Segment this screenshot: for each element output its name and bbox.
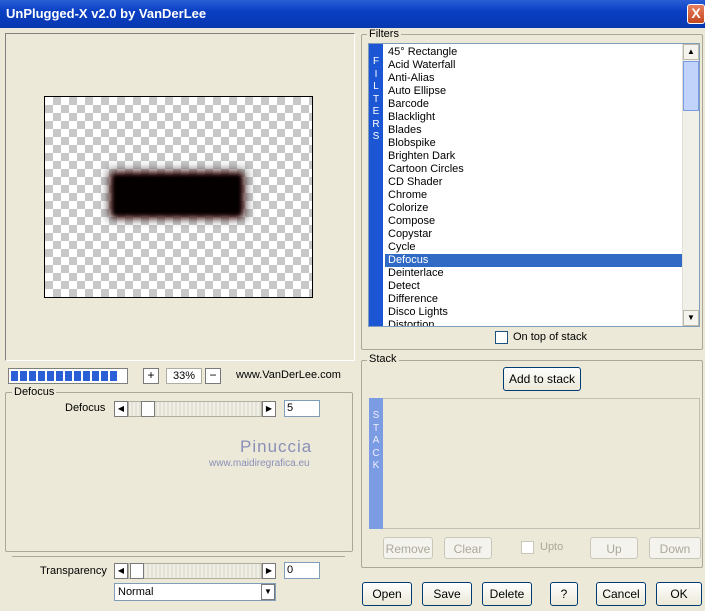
filter-list-item[interactable]: Colorize [385, 202, 683, 215]
vertical-letter: T [372, 422, 380, 434]
zoom-level: 33% [166, 368, 202, 384]
close-button[interactable]: X [687, 4, 705, 24]
transparency-slider-thumb[interactable] [130, 563, 144, 579]
title-bar: UnPlugged-X v2.0 by VanDerLee [0, 0, 705, 28]
filter-list-item[interactable]: Blacklight [385, 111, 683, 124]
vertical-letter: T [372, 93, 380, 105]
watermark-name: Pinuccia [240, 437, 313, 456]
scroll-down-icon[interactable]: ▼ [683, 310, 699, 326]
transparency-slider-left-button[interactable]: ◀ [114, 563, 128, 579]
progress-block [20, 371, 27, 381]
defocus-param-label: Defocus [65, 402, 106, 414]
filter-list-scrollbar[interactable]: ▲ ▼ [682, 44, 699, 326]
stack-group-label: Stack [367, 353, 399, 365]
transparency-slider-right-button[interactable]: ▶ [262, 563, 276, 579]
on-top-of-stack-label: On top of stack [513, 331, 587, 343]
defocus-slider-thumb[interactable] [141, 401, 155, 417]
stack-list[interactable] [369, 398, 700, 529]
filter-list-item[interactable]: Distortion [385, 319, 683, 326]
upto-label: Upto [540, 541, 564, 553]
zoom-in-button[interactable]: + [143, 368, 159, 384]
defocus-slider-right-button[interactable]: ▶ [262, 401, 276, 417]
filter-list-item[interactable]: Deinterlace [385, 267, 683, 280]
progress-block [92, 371, 99, 381]
filter-list-item[interactable]: Defocus [385, 254, 683, 267]
filter-list-item[interactable]: Cycle [385, 241, 683, 254]
scroll-up-icon[interactable]: ▲ [683, 44, 699, 60]
filter-list-item[interactable]: Detect [385, 280, 683, 293]
transparency-value-field[interactable]: 0 [284, 562, 320, 579]
delete-button[interactable]: Delete [482, 582, 532, 606]
defocus-value-field[interactable]: 5 [284, 400, 320, 417]
remove-button[interactable]: Remove [383, 537, 433, 559]
filter-list-item[interactable]: Blades [385, 124, 683, 137]
filter-list-item[interactable]: Brighten Dark [385, 150, 683, 163]
filter-list-item[interactable]: Copystar [385, 228, 683, 241]
progress-bar [8, 368, 128, 384]
upto-checkbox[interactable] [521, 541, 534, 554]
filter-list-item[interactable]: Anti-Alias [385, 72, 683, 85]
open-button[interactable]: Open [362, 582, 412, 606]
filters-vertical-strip: FILTERS [369, 44, 383, 326]
progress-block [47, 371, 54, 381]
filter-list-item[interactable]: Blobspike [385, 137, 683, 150]
filter-list-item[interactable]: Disco Lights [385, 306, 683, 319]
filter-list-item[interactable]: Auto Ellipse [385, 85, 683, 98]
vertical-letter: E [372, 106, 380, 117]
on-top-of-stack-checkbox[interactable] [495, 331, 508, 344]
progress-block [110, 371, 117, 381]
progress-block [11, 371, 18, 381]
transparency-label: Transparency [40, 565, 107, 577]
window-title: UnPlugged-X v2.0 by VanDerLee [6, 6, 207, 21]
vertical-letter: R [372, 118, 380, 130]
filter-list-item[interactable]: Compose [385, 215, 683, 228]
scrollbar-thumb[interactable] [683, 61, 699, 111]
filter-list-item[interactable]: 45° Rectangle [385, 46, 683, 59]
filter-list-item[interactable]: Acid Waterfall [385, 59, 683, 72]
save-button[interactable]: Save [422, 582, 472, 606]
vertical-letter: L [373, 81, 379, 92]
filter-list-item[interactable]: Chrome [385, 189, 683, 202]
zoom-out-button[interactable]: − [205, 368, 221, 384]
defocus-group-label: Defocus [12, 386, 57, 398]
add-to-stack-button[interactable]: Add to stack [503, 367, 581, 391]
preview-shape [113, 175, 241, 215]
chevron-down-icon[interactable]: ▼ [261, 584, 275, 600]
blend-mode-select[interactable]: Normal ▼ [114, 583, 276, 601]
divider [12, 556, 345, 557]
progress-block [29, 371, 36, 381]
progress-block [74, 371, 81, 381]
filter-list[interactable]: 45° Rectangle Acid Waterfall Anti-Alias Aut… [368, 43, 700, 327]
vertical-letter: S [372, 410, 380, 421]
filter-list-item[interactable]: Cartoon Circles [385, 163, 683, 176]
filter-list-item[interactable]: Difference [385, 293, 683, 306]
vertical-letter: K [372, 460, 380, 471]
help-button[interactable]: ? [550, 582, 578, 606]
progress-block [83, 371, 90, 381]
progress-block [65, 371, 72, 381]
clear-button[interactable]: Clear [444, 537, 492, 559]
filter-list-item[interactable]: Barcode [385, 98, 683, 111]
defocus-slider-left-button[interactable]: ◀ [114, 401, 128, 417]
vertical-letter: A [372, 435, 380, 446]
blend-mode-value: Normal [118, 586, 154, 598]
website-link[interactable]: www.VanDerLee.com [236, 369, 341, 381]
filters-group-label: Filters [367, 28, 401, 40]
ok-button[interactable]: OK [656, 582, 702, 606]
down-button[interactable]: Down [649, 537, 701, 559]
stack-vertical-strip: STACK [369, 398, 383, 529]
transparency-slider-track[interactable] [128, 563, 262, 579]
vertical-letter: F [372, 56, 380, 67]
up-button[interactable]: Up [590, 537, 638, 559]
vertical-letter: C [372, 447, 380, 459]
vertical-letter: I [374, 68, 378, 80]
cancel-button[interactable]: Cancel [596, 582, 646, 606]
vertical-letter: S [372, 131, 380, 142]
filter-list-item[interactable]: CD Shader [385, 176, 683, 189]
progress-block [38, 371, 45, 381]
progress-block [56, 371, 63, 381]
watermark-url: www.maidiregrafica.eu [209, 458, 310, 469]
progress-block [101, 371, 108, 381]
